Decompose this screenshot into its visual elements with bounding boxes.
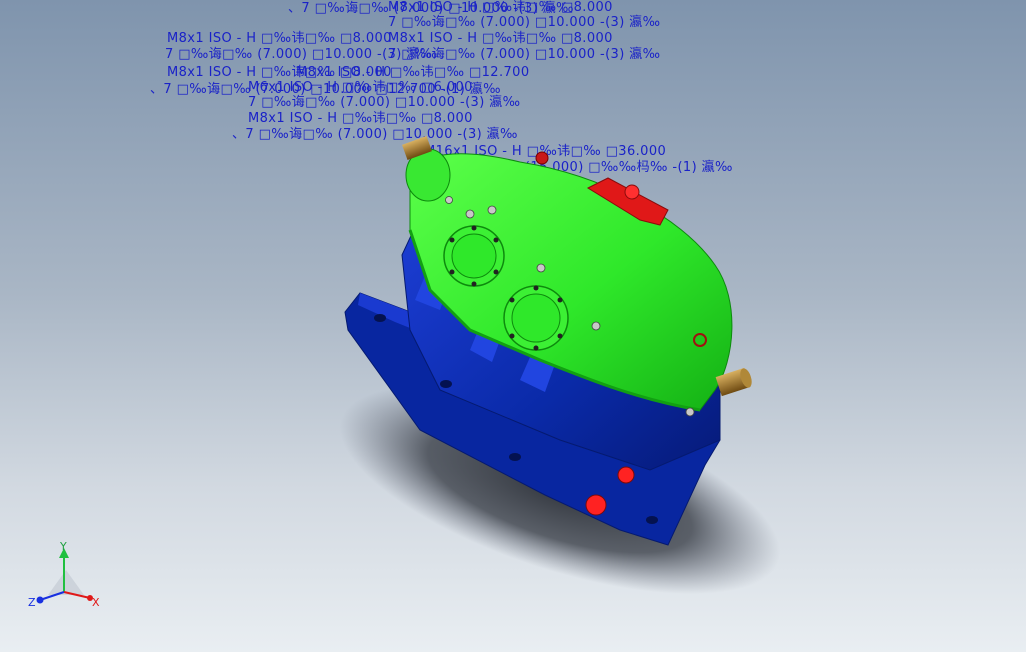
bearing-cap-2[interactable] — [503, 285, 569, 351]
graphics-viewport[interactable]: 、7 □‰诲□‰ (7.000) □10.000 -(3) 瀛‰ M8x1 IS… — [0, 0, 1026, 652]
drain-plug[interactable] — [585, 494, 607, 516]
breather-cap[interactable] — [624, 184, 640, 200]
bearing-cap-1[interactable] — [443, 225, 505, 287]
z-axis-dot-icon — [36, 596, 44, 604]
z-axis-label: Z — [28, 596, 36, 609]
x-axis-label: X — [92, 596, 100, 609]
foot-hole — [646, 516, 658, 524]
gear-reducer-model[interactable] — [0, 0, 1026, 652]
oil-level-plug[interactable] — [617, 466, 635, 484]
foot-hole — [440, 380, 452, 388]
y-axis-label: Y — [59, 540, 67, 553]
top-bolt — [535, 151, 549, 165]
foot-hole — [509, 453, 521, 461]
coordinate-triad: Y X Z — [28, 540, 100, 609]
foot-hole — [374, 314, 386, 322]
